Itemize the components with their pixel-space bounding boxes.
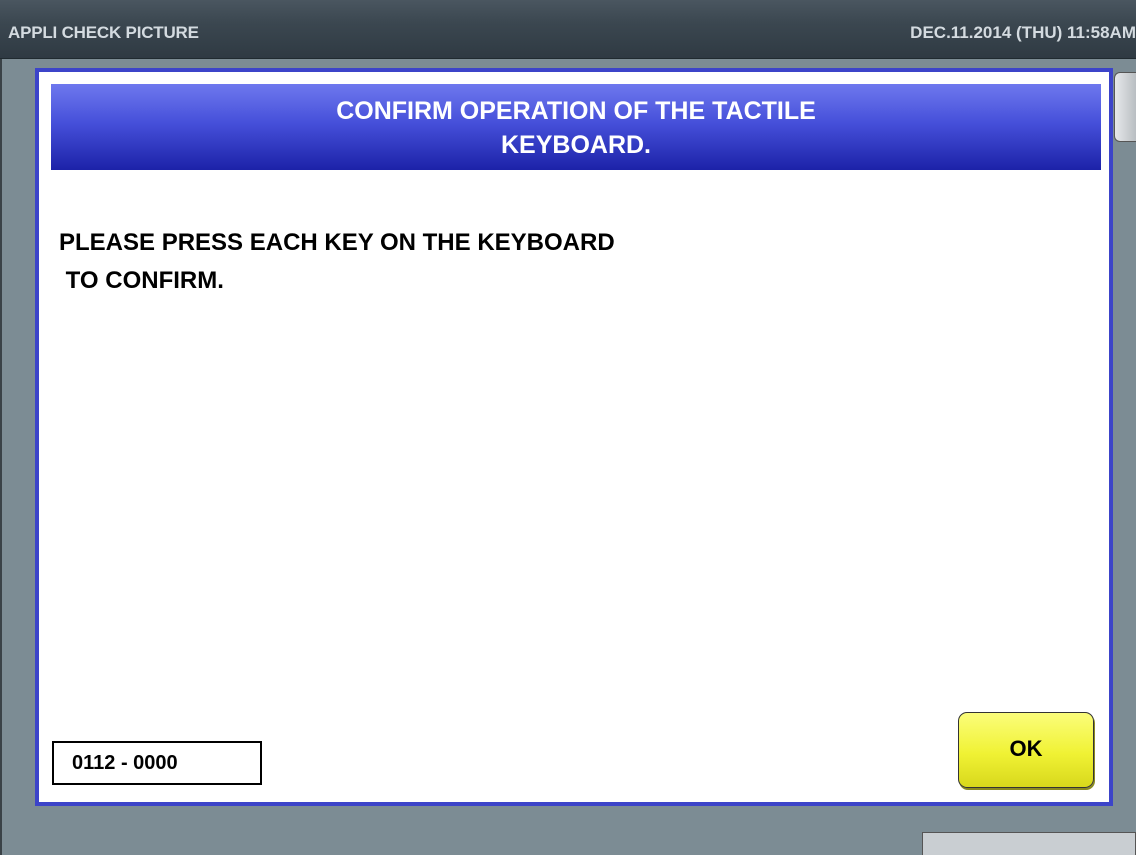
instruction-message: PLEASE PRESS EACH KEY ON THE KEYBOARD TO… [59,229,615,294]
title-bar: APPLI CHECK PICTURE DEC.11.2014 (THU) 11… [0,0,1136,59]
dialog-title: CONFIRM OPERATION OF THE TACTILE KEYBOAR… [51,94,1101,162]
confirm-dialog: CONFIRM OPERATION OF THE TACTILE KEYBOAR… [35,68,1113,806]
datetime-display: DEC.11.2014 (THU) 11:58AM [910,23,1136,42]
dialog-header: CONFIRM OPERATION OF THE TACTILE KEYBOAR… [51,84,1101,170]
background-button[interactable] [922,832,1136,855]
app-title: APPLI CHECK PICTURE [8,23,199,42]
code-display: 0112 - 0000 [52,741,262,785]
ok-button[interactable]: OK [958,712,1094,788]
background-scroll-handle[interactable] [1114,72,1136,142]
dialog-title-line-2: KEYBOARD. [500,131,651,159]
dialog-title-line-1: CONFIRM OPERATION OF THE TACTILE [336,97,816,125]
